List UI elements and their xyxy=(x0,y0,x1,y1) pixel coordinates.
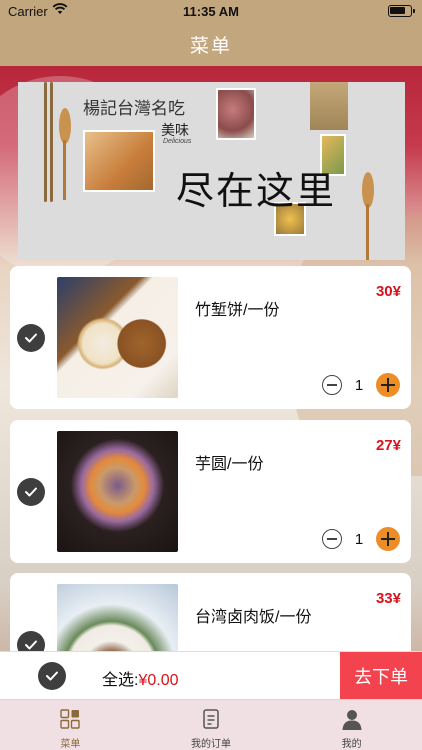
spoon-illustration xyxy=(59,108,71,144)
tab-profile[interactable]: 我的 xyxy=(281,700,422,750)
banner-tagline-en: Delicious xyxy=(163,138,192,145)
menu-scroll-area[interactable]: 楊記台灣名吃 美味 Delicious 尽在这里 竹堑饼/一份 30¥ 1 芋圆… xyxy=(0,66,422,651)
item-select-checkbox[interactable] xyxy=(17,324,45,352)
tab-label: 菜单 xyxy=(60,739,81,750)
meatball-photo xyxy=(216,88,256,140)
select-all-checkbox[interactable] xyxy=(38,662,66,690)
select-all-text: 全选: xyxy=(102,672,139,689)
menu-item-card[interactable]: 竹堑饼/一份 30¥ 1 xyxy=(10,266,411,409)
navigation-bar: 菜单 xyxy=(0,22,422,66)
item-select-checkbox[interactable] xyxy=(17,478,45,506)
bamboo-cake-photo xyxy=(57,277,178,398)
place-order-button[interactable]: 去下单 xyxy=(340,652,422,700)
decrease-quantity-button[interactable] xyxy=(322,529,342,549)
burlap-sack-photo xyxy=(310,82,348,130)
increase-quantity-button[interactable] xyxy=(376,527,400,551)
brand-name: 楊記台灣名吃 xyxy=(83,99,185,118)
banner-slogan: 尽在这里 xyxy=(176,169,337,213)
checkmark-icon xyxy=(25,640,37,650)
checkmark-icon xyxy=(25,333,37,343)
tab-menu[interactable]: 菜单 xyxy=(0,700,141,750)
cart-bar: 全选:¥0.00 去下单 xyxy=(0,651,422,700)
quantity-stepper: 1 xyxy=(322,527,400,551)
promo-banner[interactable]: 楊記台灣名吃 美味 Delicious 尽在这里 xyxy=(18,82,405,260)
fried-rice-photo xyxy=(83,130,155,192)
item-name: 台湾卤肉饭/一份 xyxy=(195,609,312,626)
select-all-label: 全选:¥0.00 xyxy=(102,666,179,690)
tab-label: 我的订单 xyxy=(191,739,231,750)
total-price: ¥0.00 xyxy=(138,672,179,689)
banner-tagline: 美味 xyxy=(161,122,189,138)
item-name: 竹堑饼/一份 xyxy=(195,302,280,319)
page-title: 菜单 xyxy=(189,35,232,57)
spoon-stem xyxy=(63,140,66,200)
item-name: 芋圆/一份 xyxy=(195,456,264,473)
increase-quantity-button[interactable] xyxy=(376,373,400,397)
tab-my-orders[interactable]: 我的订单 xyxy=(141,700,282,750)
quantity-stepper: 1 xyxy=(322,373,400,397)
menu-grid-icon xyxy=(60,709,81,729)
menu-item-card[interactable]: 芋圆/一份 27¥ 1 xyxy=(10,420,411,563)
item-price: 33¥ xyxy=(375,590,401,607)
tab-bar: 菜单 我的订单 我的 xyxy=(0,699,422,750)
chopsticks-illustration xyxy=(44,82,54,202)
tab-label: 我的 xyxy=(341,739,362,750)
item-select-checkbox[interactable] xyxy=(17,631,45,651)
order-list-icon xyxy=(203,709,219,729)
decrease-quantity-button[interactable] xyxy=(322,375,342,395)
item-price: 30¥ xyxy=(375,283,401,300)
checkmark-icon xyxy=(46,671,58,681)
person-icon xyxy=(342,710,362,730)
item-price: 27¥ xyxy=(375,437,401,454)
clock: 11:35 AM xyxy=(183,4,239,19)
status-bar: Carrier 11:35 AM xyxy=(0,0,422,22)
item-quantity: 1 xyxy=(354,530,364,548)
spoon-stem xyxy=(366,204,369,260)
item-quantity: 1 xyxy=(354,376,364,394)
menu-item-card[interactable]: 台湾卤肉饭/一份 33¥ xyxy=(10,573,411,651)
battery-icon xyxy=(388,5,415,17)
braised-pork-rice-photo xyxy=(57,584,178,651)
taro-ball-photo xyxy=(57,431,178,552)
checkmark-icon xyxy=(25,487,37,497)
spoon-illustration xyxy=(362,172,374,208)
